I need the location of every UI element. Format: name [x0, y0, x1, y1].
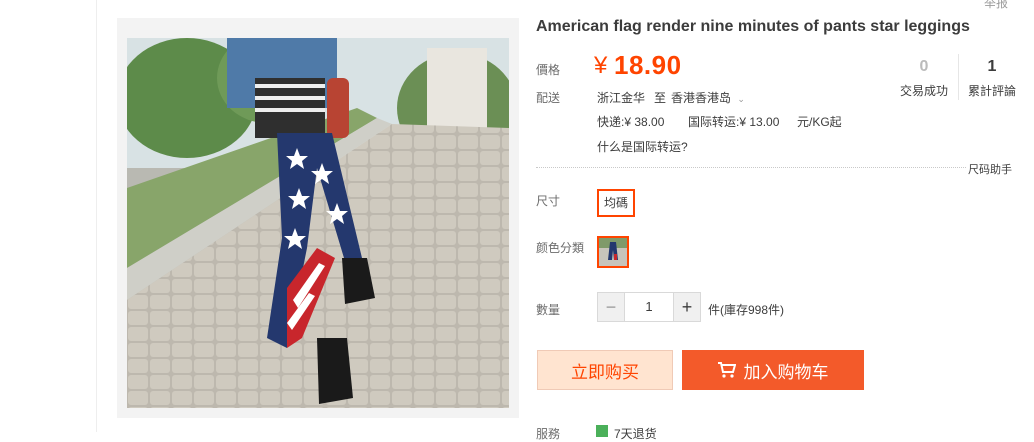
return-badge-icon: [596, 425, 608, 437]
color-label: 颜色分類: [536, 241, 585, 255]
fee-unit: 元/KG起: [797, 115, 842, 129]
service-text: 7天退货: [614, 427, 657, 441]
quantity-decrease-button[interactable]: −: [598, 293, 624, 321]
intl-help-link[interactable]: 什么是国际转运?: [597, 138, 688, 155]
section-divider: [536, 167, 966, 168]
service-label: 服務: [536, 427, 561, 441]
delivery-origin: 浙江金华: [597, 91, 646, 105]
price-currency: ¥: [594, 52, 608, 79]
report-link[interactable]: 举报: [984, 0, 1008, 11]
size-helper-link[interactable]: 尺码助手: [968, 161, 1012, 177]
add-to-cart-label: 加入购物车: [743, 362, 829, 382]
left-divider: [96, 0, 97, 432]
leggings-photo: [127, 38, 509, 408]
stat-value: 0: [919, 58, 929, 75]
delivery-to-word: 至: [654, 91, 667, 105]
stat-label: 交易成功: [899, 84, 948, 98]
intl-fee: 国际转运:¥ 13.00: [688, 115, 780, 129]
delivery-label: 配送: [536, 91, 561, 105]
product-main-image[interactable]: [127, 38, 509, 408]
cart-icon: [717, 362, 736, 378]
express-fee: 快递:¥ 38.00: [597, 115, 665, 129]
price-value: 18.90: [614, 50, 682, 80]
stat-label: 累計評論: [967, 84, 1016, 98]
quantity-stepper: − 1 +: [597, 292, 701, 322]
delivery-destination-select[interactable]: 香港香港岛 ⌄: [671, 89, 745, 106]
buy-now-button[interactable]: 立即购买: [537, 350, 673, 390]
stat-transactions[interactable]: 0 交易成功: [889, 58, 959, 99]
size-option[interactable]: 均碼: [597, 189, 636, 217]
buy-now-label: 立即购买: [571, 362, 639, 382]
quantity-increase-button[interactable]: +: [674, 293, 700, 321]
stock-text: 件(庫存998件): [708, 303, 785, 317]
color-option[interactable]: [597, 236, 629, 268]
product-title: American flag render nine minutes of pan…: [536, 18, 970, 35]
add-to-cart-button[interactable]: 加入购物车: [682, 350, 864, 390]
delivery-destination: 香港香港岛: [671, 91, 732, 105]
price-label: 價格: [536, 63, 561, 77]
stat-value: 1: [987, 58, 997, 75]
quantity-input[interactable]: 1: [624, 293, 674, 321]
quantity-label: 數量: [536, 303, 561, 317]
chevron-down-icon: ⌄: [737, 94, 745, 104]
leggings-thumbnail-icon: [599, 238, 627, 266]
stat-reviews[interactable]: 1 累計評論: [957, 58, 1027, 99]
product-gallery: [117, 18, 519, 418]
size-label: 尺寸: [536, 194, 561, 208]
